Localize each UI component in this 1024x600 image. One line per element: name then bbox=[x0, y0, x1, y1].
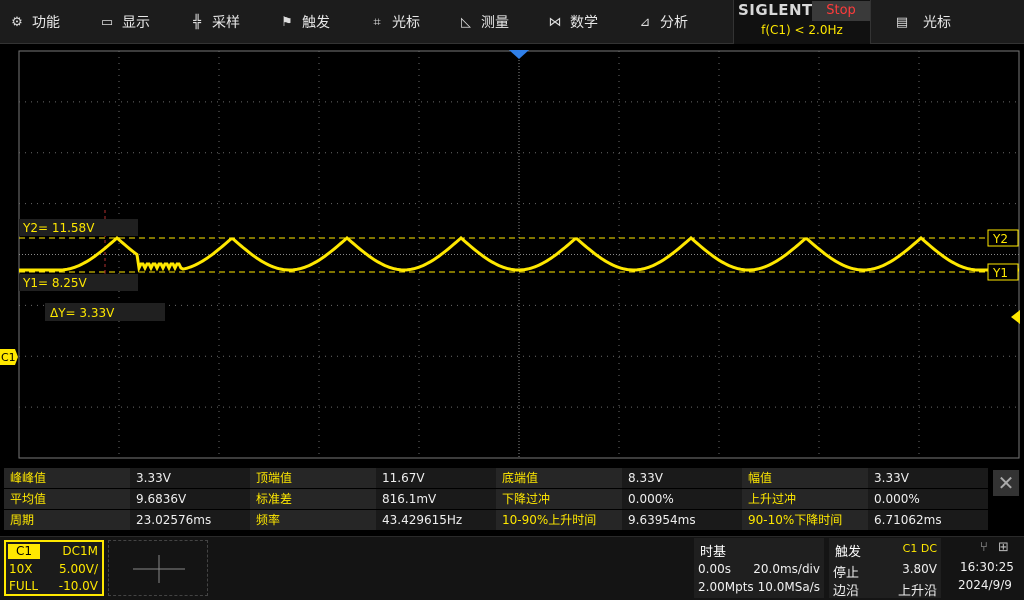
trigger-slope: 上升沿 bbox=[897, 584, 937, 599]
meas-value-pkpk: 3.33V bbox=[130, 468, 250, 488]
trigger-frequency-info: f(C1) < 2.0Hz bbox=[761, 23, 843, 37]
trigger-panel[interactable]: 触发 C1 DC 停止 3.80V 边沿 上升沿 bbox=[829, 538, 941, 599]
trigger-position-marker[interactable] bbox=[509, 50, 529, 59]
meas-value-period: 23.02576ms bbox=[130, 510, 250, 530]
meas-label-top: 顶端值 bbox=[250, 468, 376, 488]
channel-1-bandwidth: FULL bbox=[9, 579, 39, 593]
menu-acquire[interactable]: ╬ 采样 bbox=[188, 0, 240, 44]
timebase-title: 时基 bbox=[700, 545, 727, 560]
channel-1-coupling: DC1M bbox=[62, 544, 98, 558]
measurement-row: 平均值 9.6836V 标准差 816.1mV 下降过冲 0.000% 上升过冲… bbox=[4, 489, 989, 509]
measurement-row: 周期 23.02576ms 频率 43.429615Hz 10-90%上升时间 … bbox=[4, 510, 989, 530]
cursor-y1-tag: Y1 bbox=[992, 266, 1008, 280]
meas-value-base: 8.33V bbox=[622, 468, 742, 488]
menu-math-label: 数学 bbox=[570, 15, 598, 31]
cursor-y2-tag: Y2 bbox=[992, 232, 1008, 246]
menu-analysis[interactable]: ⊿ 分析 bbox=[636, 0, 688, 44]
graticule bbox=[18, 50, 1020, 459]
cursor-list-icon: ▤ bbox=[895, 14, 909, 30]
meas-value-rise-time: 9.63954ms bbox=[622, 510, 742, 530]
gear-icon: ⚙ bbox=[11, 14, 23, 30]
meas-value-fall-overshoot: 0.000% bbox=[622, 489, 742, 509]
meas-label-stdev: 标准差 bbox=[250, 489, 376, 509]
meas-label-amplitude: 幅值 bbox=[742, 468, 868, 488]
menu-acquire-label: 采样 bbox=[212, 15, 240, 31]
meas-label-rise-time: 10-90%上升时间 bbox=[496, 510, 622, 530]
brand-status-panel: SIGLENT Stop f(C1) < 2.0Hz bbox=[733, 0, 871, 44]
monitor-icon: ▭ bbox=[100, 14, 114, 30]
cursor-y2-readout: Y2= 11.58V bbox=[22, 221, 95, 235]
channel-1-tag: C1 bbox=[8, 544, 40, 559]
cursor-menu-label: 光标 bbox=[923, 15, 951, 31]
trigger-title: 触发 bbox=[835, 545, 862, 560]
meas-value-amplitude: 3.33V bbox=[868, 468, 988, 488]
usb-icon: ⑂ bbox=[980, 540, 988, 555]
channel-1-offset: -10.0V bbox=[58, 579, 98, 593]
channel-1-settings[interactable]: C1 DC1M 10X 5.00V/ FULL -10.0V bbox=[4, 540, 104, 596]
meas-value-fall-time: 6.71062ms bbox=[868, 510, 988, 530]
trigger-level: 3.80V bbox=[902, 562, 937, 576]
menu-cursors[interactable]: ⌗ 光标 bbox=[368, 0, 420, 44]
top-menu-bar: ⚙ 功能 ▭ 显示 ╬ 采样 ⚑ 触发 ⌗ 光标 ◺ 测量 ⋈ 数学 ⊿ 分析 SIGLENT … bbox=[0, 0, 1024, 44]
menu-display[interactable]: ▭ 显示 bbox=[98, 0, 150, 44]
meas-label-frequency: 频率 bbox=[250, 510, 376, 530]
menu-measure[interactable]: ◺ 测量 bbox=[457, 0, 509, 44]
meas-value-rise-overshoot: 0.000% bbox=[868, 489, 988, 509]
network-icon: ⊞ bbox=[998, 540, 1009, 555]
close-icon[interactable]: ✕ bbox=[993, 470, 1019, 496]
meas-label-rise-overshoot: 上升过冲 bbox=[742, 489, 868, 509]
menu-math[interactable]: ⋈ 数学 bbox=[546, 0, 599, 44]
timebase-scale: 20.0ms/div bbox=[753, 562, 820, 576]
timebase-sample-rate: 10.0MSa/s bbox=[757, 580, 820, 594]
trigger-type: 边沿 bbox=[833, 584, 860, 599]
add-channel-slot[interactable] bbox=[108, 540, 208, 596]
menu-function[interactable]: ⚙ 功能 bbox=[8, 0, 60, 44]
flag-icon: ⚑ bbox=[281, 14, 293, 30]
math-icon: ⋈ bbox=[548, 14, 562, 30]
channel-1-probe: 10X bbox=[9, 562, 33, 576]
brand-logo: SIGLENT bbox=[738, 1, 813, 19]
menu-function-label: 功能 bbox=[32, 15, 60, 31]
meas-value-top: 11.67V bbox=[376, 468, 496, 488]
trigger-source: C1 DC bbox=[902, 542, 937, 555]
channel-1-scale: 5.00V/ bbox=[59, 562, 98, 576]
trigger-level-marker[interactable] bbox=[1011, 310, 1020, 324]
timebase-delay: 0.00s bbox=[698, 562, 731, 576]
meas-label-fall-overshoot: 下降过冲 bbox=[496, 489, 622, 509]
menu-trigger-label: 触发 bbox=[302, 15, 330, 31]
cursor-y1-readout: Y1= 8.25V bbox=[22, 276, 88, 290]
meas-label-period: 周期 bbox=[4, 510, 130, 530]
timebase-panel[interactable]: 时基 0.00s 20.0ms/div 2.00Mpts 10.0MSa/s bbox=[694, 538, 824, 598]
crosshair-icon: ⌗ bbox=[373, 14, 381, 30]
channel-1-offset-label: C1 bbox=[1, 351, 16, 364]
measure-icon: ◺ bbox=[461, 14, 471, 30]
waveform-display[interactable]: Y2= 11.58V Y1= 8.25V ΔY= 3.33V Y2 Y1 C1 bbox=[0, 44, 1024, 504]
meas-label-fall-time: 90-10%下降时间 bbox=[742, 510, 868, 530]
clock-date: 2024/9/9 bbox=[958, 578, 1012, 592]
meas-label-mean: 平均值 bbox=[4, 489, 130, 509]
menu-display-label: 显示 bbox=[122, 15, 150, 31]
menu-cursors-label: 光标 bbox=[392, 15, 420, 31]
plus-icon bbox=[133, 555, 185, 583]
analysis-icon: ⊿ bbox=[639, 14, 651, 30]
menu-trigger[interactable]: ⚑ 触发 bbox=[278, 0, 330, 44]
cursor-menu-button[interactable]: ▤ 光标 bbox=[893, 0, 951, 44]
sampling-icon: ╬ bbox=[193, 14, 201, 30]
measurement-table: 峰峰值 3.33V 顶端值 11.67V 底端值 8.33V 幅值 3.33V … bbox=[4, 468, 989, 530]
system-clock: ⑂ ⊞ 16:30:25 2024/9/9 bbox=[946, 538, 1022, 598]
clock-time: 16:30:25 bbox=[960, 560, 1014, 574]
run-state-badge[interactable]: Stop bbox=[812, 1, 870, 21]
meas-value-frequency: 43.429615Hz bbox=[376, 510, 496, 530]
delta-y-readout: ΔY= 3.33V bbox=[50, 306, 115, 320]
meas-label-base: 底端值 bbox=[496, 468, 622, 488]
timebase-memory: 2.00Mpts bbox=[698, 580, 754, 594]
measurement-row: 峰峰值 3.33V 顶端值 11.67V 底端值 8.33V 幅值 3.33V bbox=[4, 468, 989, 488]
meas-value-stdev: 816.1mV bbox=[376, 489, 496, 509]
meas-value-mean: 9.6836V bbox=[130, 489, 250, 509]
menu-analysis-label: 分析 bbox=[660, 15, 688, 31]
menu-measure-label: 测量 bbox=[481, 15, 509, 31]
meas-label-pkpk: 峰峰值 bbox=[4, 468, 130, 488]
trigger-state: 停止 bbox=[833, 566, 860, 581]
